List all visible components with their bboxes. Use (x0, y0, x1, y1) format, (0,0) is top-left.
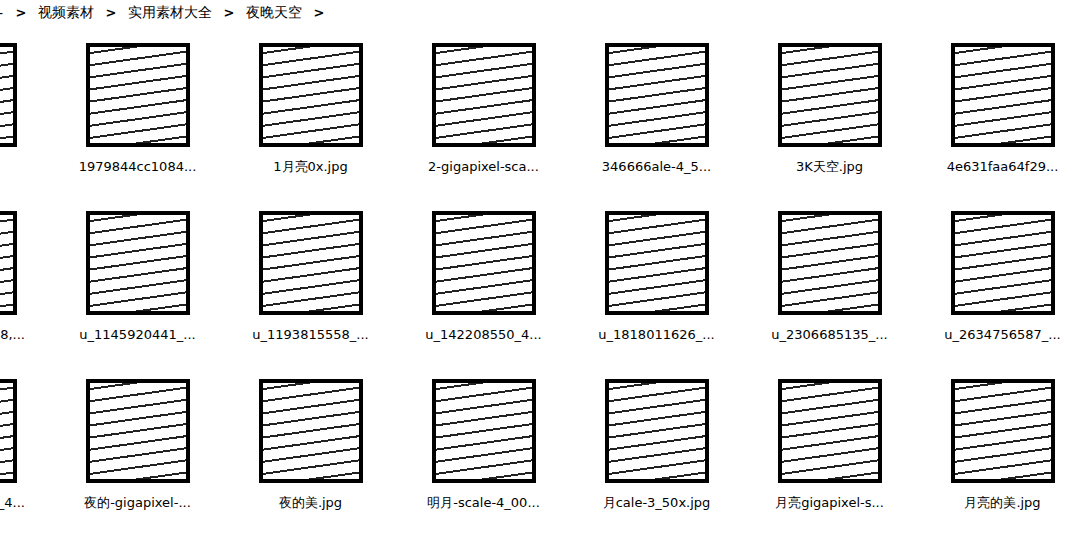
image-thumbnail[interactable] (432, 379, 536, 483)
image-thumbnail[interactable] (951, 43, 1055, 147)
file-item[interactable]: 28,... (0, 211, 51, 379)
image-thumbnail[interactable] (0, 211, 17, 315)
file-item[interactable]: u_1145920441_... (51, 211, 224, 379)
image-thumbnail[interactable] (86, 43, 190, 147)
file-grid: 1979844cc1084... 1月亮0x.jpg 2-gigapixel-sca… (0, 25, 1076, 547)
file-item[interactable]: 夜的美.jpg (224, 379, 397, 547)
image-thumbnail[interactable] (951, 379, 1055, 483)
image-thumbnail[interactable] (86, 211, 190, 315)
file-name[interactable]: 1979844cc1084... (55, 159, 220, 175)
image-thumbnail[interactable] (605, 379, 709, 483)
image-thumbnail[interactable] (0, 379, 17, 483)
file-name[interactable]: u_2634756587_... (920, 327, 1076, 343)
image-thumbnail[interactable] (259, 211, 363, 315)
file-item[interactable]: u_2634756587_... (916, 211, 1076, 379)
file-name[interactable]: 夜的-gigapixel-... (55, 495, 220, 511)
breadcrumb-separator[interactable]: > (216, 5, 242, 20)
breadcrumb-item[interactable]: 夜晚天空 (242, 4, 306, 22)
file-item[interactable]: 月cale-3_50x.jpg (570, 379, 743, 547)
file-name[interactable]: 月亮的美.jpg (920, 495, 1076, 511)
file-item[interactable]: 2-gigapixel-sca... (397, 43, 570, 211)
file-name[interactable]: u_1818011626_... (574, 327, 739, 343)
file-name[interactable]: 346666ale-4_5... (574, 159, 739, 175)
file-item[interactable] (0, 43, 51, 211)
file-item[interactable]: 月亮的美.jpg (916, 379, 1076, 547)
file-name[interactable]: _4... (0, 495, 47, 511)
file-name[interactable]: u_1193815558_... (228, 327, 393, 343)
breadcrumb-bar: ->视频素材>实用素材大全>夜晚天空> (0, 0, 1076, 25)
breadcrumb-lead: - (0, 5, 8, 21)
file-item[interactable]: 346666ale-4_5... (570, 43, 743, 211)
file-name[interactable]: u_1145920441_... (55, 327, 220, 343)
breadcrumb-item[interactable]: 实用素材大全 (124, 4, 216, 22)
breadcrumb-separator[interactable]: > (306, 5, 332, 20)
image-thumbnail[interactable] (259, 43, 363, 147)
image-thumbnail[interactable] (432, 211, 536, 315)
file-name[interactable]: 夜的美.jpg (228, 495, 393, 511)
image-thumbnail[interactable] (432, 43, 536, 147)
image-thumbnail[interactable] (605, 211, 709, 315)
file-item[interactable]: _4... (0, 379, 51, 547)
file-name[interactable]: 28,... (0, 327, 47, 343)
breadcrumb-separator[interactable]: > (98, 5, 124, 20)
file-name[interactable]: 3K天空.jpg (747, 159, 912, 175)
file-name[interactable]: u_142208550_4... (401, 327, 566, 343)
file-item[interactable]: u_1193815558_... (224, 211, 397, 379)
file-item[interactable]: 明月-scale-4_00... (397, 379, 570, 547)
file-name[interactable]: 4e631faa64f29... (920, 159, 1076, 175)
file-row: _4... 夜的-gigapixel-... 夜的美.jpg 明月-scale-4_0… (0, 379, 1076, 547)
image-thumbnail[interactable] (259, 379, 363, 483)
image-thumbnail[interactable] (778, 379, 882, 483)
file-item[interactable]: 月亮gigapixel-s... (743, 379, 916, 547)
file-name[interactable]: 明月-scale-4_00... (401, 495, 566, 511)
file-item[interactable]: 1月亮0x.jpg (224, 43, 397, 211)
image-thumbnail[interactable] (778, 211, 882, 315)
file-name[interactable]: 2-gigapixel-sca... (401, 159, 566, 175)
file-name[interactable]: 月cale-3_50x.jpg (574, 495, 739, 511)
file-item[interactable]: u_2306685135_... (743, 211, 916, 379)
file-item[interactable]: 夜的-gigapixel-... (51, 379, 224, 547)
file-item[interactable]: u_1818011626_... (570, 211, 743, 379)
file-row: 1979844cc1084... 1月亮0x.jpg 2-gigapixel-sca… (0, 43, 1076, 211)
file-item[interactable]: u_142208550_4... (397, 211, 570, 379)
file-name[interactable]: 1月亮0x.jpg (228, 159, 393, 175)
image-thumbnail[interactable] (0, 43, 17, 147)
file-item[interactable]: 4e631faa64f29... (916, 43, 1076, 211)
file-row: 28,... u_1145920441_... u_1193815558_... u_… (0, 211, 1076, 379)
file-item[interactable]: 3K天空.jpg (743, 43, 916, 211)
image-thumbnail[interactable] (778, 43, 882, 147)
image-thumbnail[interactable] (951, 211, 1055, 315)
image-thumbnail[interactable] (86, 379, 190, 483)
file-name[interactable]: u_2306685135_... (747, 327, 912, 343)
breadcrumb-separator[interactable]: > (8, 5, 34, 20)
image-thumbnail[interactable] (605, 43, 709, 147)
file-name[interactable]: 月亮gigapixel-s... (747, 495, 912, 511)
breadcrumb-item[interactable]: 视频素材 (34, 4, 98, 22)
file-item[interactable]: 1979844cc1084... (51, 43, 224, 211)
